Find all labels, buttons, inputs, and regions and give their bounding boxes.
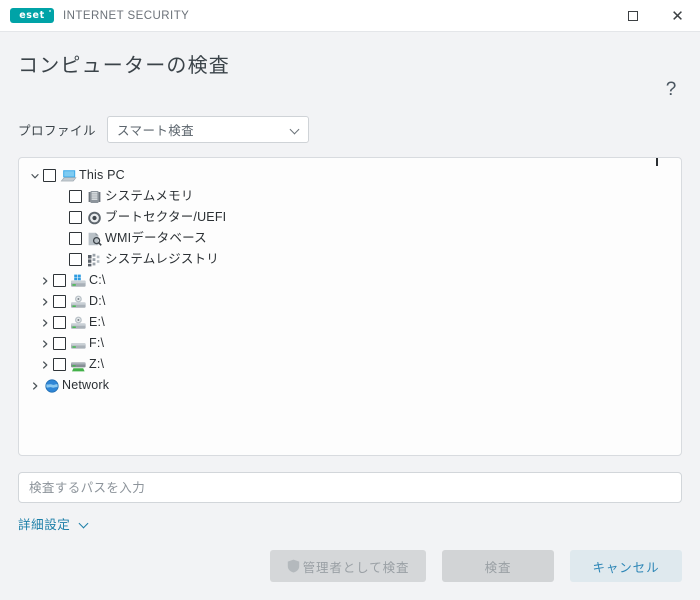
chevron-down-icon xyxy=(79,520,89,528)
tree-row[interactable]: This PC xyxy=(19,165,681,186)
tree-row-label: F:\ xyxy=(89,336,105,351)
registry-icon xyxy=(86,252,103,268)
eset-logo-text: eset xyxy=(19,9,45,21)
chevron-right-icon[interactable] xyxy=(27,378,43,394)
cancel-button[interactable]: キャンセル xyxy=(570,550,682,582)
tree-row-label: D:\ xyxy=(89,294,106,309)
close-icon: ✕ xyxy=(671,6,684,25)
tree-row-label: ブートセクター/UEFI xyxy=(105,210,227,225)
help-button[interactable]: ? xyxy=(658,77,684,103)
memory-icon xyxy=(86,189,103,205)
disc-icon xyxy=(86,210,103,226)
tree-row[interactable]: ブートセクター/UEFI xyxy=(19,207,681,228)
tree-row-checkbox[interactable] xyxy=(53,337,66,350)
profile-label: プロファイル xyxy=(18,124,97,138)
profile-selected-value: スマート検査 xyxy=(117,124,195,138)
tree-row-checkbox[interactable] xyxy=(53,316,66,329)
network-drive-icon xyxy=(70,357,87,373)
chevron-right-icon[interactable] xyxy=(37,357,53,373)
tree-row-checkbox[interactable] xyxy=(69,211,82,224)
tree-row-checkbox[interactable] xyxy=(53,274,66,287)
scan-target-tree[interactable]: This PC システムメモリブートセクター/UEFI WMIデータベース システムレ… xyxy=(18,157,682,456)
tree-row-checkbox[interactable] xyxy=(53,358,66,371)
tree-row-label: システムメモリ xyxy=(105,189,194,204)
page-title: コンピューターの検査 xyxy=(18,55,230,77)
chevron-down-icon[interactable] xyxy=(27,168,43,184)
maximize-icon xyxy=(627,11,638,21)
optical-drive-icon xyxy=(70,294,87,310)
tree-row-checkbox[interactable] xyxy=(69,253,82,266)
globe-icon xyxy=(43,378,60,394)
tree-row-label: E:\ xyxy=(89,315,105,330)
product-name: INTERNET SECURITY xyxy=(63,9,190,22)
chevron-right-icon[interactable] xyxy=(37,315,53,331)
tree-row[interactable]: Z:\ xyxy=(19,354,681,375)
eset-logo-icon: eset xyxy=(10,8,54,23)
profile-select[interactable]: スマート検査 xyxy=(107,116,310,143)
tree-row-checkbox[interactable] xyxy=(53,295,66,308)
hard-drive-icon xyxy=(70,336,87,352)
text-caret-marker xyxy=(656,158,658,166)
tree-row-checkbox[interactable] xyxy=(69,190,82,203)
tree-row-label: Network xyxy=(62,378,110,393)
computer-icon xyxy=(60,168,77,184)
tree-row-label: システムレジストリ xyxy=(105,252,219,267)
profile-row: プロファイル スマート検査 xyxy=(0,94,700,143)
tree-row[interactable]: システムレジストリ xyxy=(19,249,681,270)
tree-row-label: WMIデータベース xyxy=(105,231,207,246)
footer-actions: 管理者として検査 検査 キャンセル xyxy=(270,550,682,582)
tree-row[interactable]: Network xyxy=(19,375,681,396)
close-button[interactable]: ✕ xyxy=(655,0,700,32)
chevron-right-icon[interactable] xyxy=(37,294,53,310)
optical-drive-icon xyxy=(70,315,87,331)
tree-row-label: This PC xyxy=(79,168,125,183)
advanced-settings-label: 詳細設定 xyxy=(18,518,71,532)
scan-as-admin-button[interactable]: 管理者として検査 xyxy=(270,550,426,582)
wmi-icon xyxy=(86,231,103,247)
window-controls: ✕ xyxy=(610,0,700,32)
brand: eset INTERNET SECURITY xyxy=(10,8,189,23)
title-bar: eset INTERNET SECURITY ✕ xyxy=(0,0,700,32)
tree-row-label: C:\ xyxy=(89,273,106,288)
tree-row-label: Z:\ xyxy=(89,357,105,372)
advanced-settings-link[interactable]: 詳細設定 xyxy=(18,514,89,533)
windows-drive-icon xyxy=(70,273,87,289)
scan-button[interactable]: 検査 xyxy=(442,550,554,582)
header: コンピューターの検査 ? xyxy=(0,32,700,100)
tree-row[interactable]: D:\ xyxy=(19,291,681,312)
scan-path-input[interactable] xyxy=(18,472,682,503)
tree-list: This PC システムメモリブートセクター/UEFI WMIデータベース システムレ… xyxy=(19,158,681,396)
shield-icon xyxy=(287,559,300,573)
tree-row[interactable]: E:\ xyxy=(19,312,681,333)
tree-row[interactable]: F:\ xyxy=(19,333,681,354)
tree-row[interactable]: C:\ xyxy=(19,270,681,291)
maximize-button[interactable] xyxy=(610,0,655,32)
cancel-button-label: キャンセル xyxy=(592,560,660,575)
chevron-down-icon xyxy=(291,126,299,134)
scan-as-admin-label: 管理者として検査 xyxy=(302,560,410,575)
tree-row[interactable]: WMIデータベース xyxy=(19,228,681,249)
chevron-right-icon[interactable] xyxy=(37,336,53,352)
tree-row[interactable]: システムメモリ xyxy=(19,186,681,207)
scan-button-label: 検査 xyxy=(484,560,512,575)
tree-row-checkbox[interactable] xyxy=(43,169,56,182)
chevron-right-icon[interactable] xyxy=(37,273,53,289)
tree-row-checkbox[interactable] xyxy=(69,232,82,245)
